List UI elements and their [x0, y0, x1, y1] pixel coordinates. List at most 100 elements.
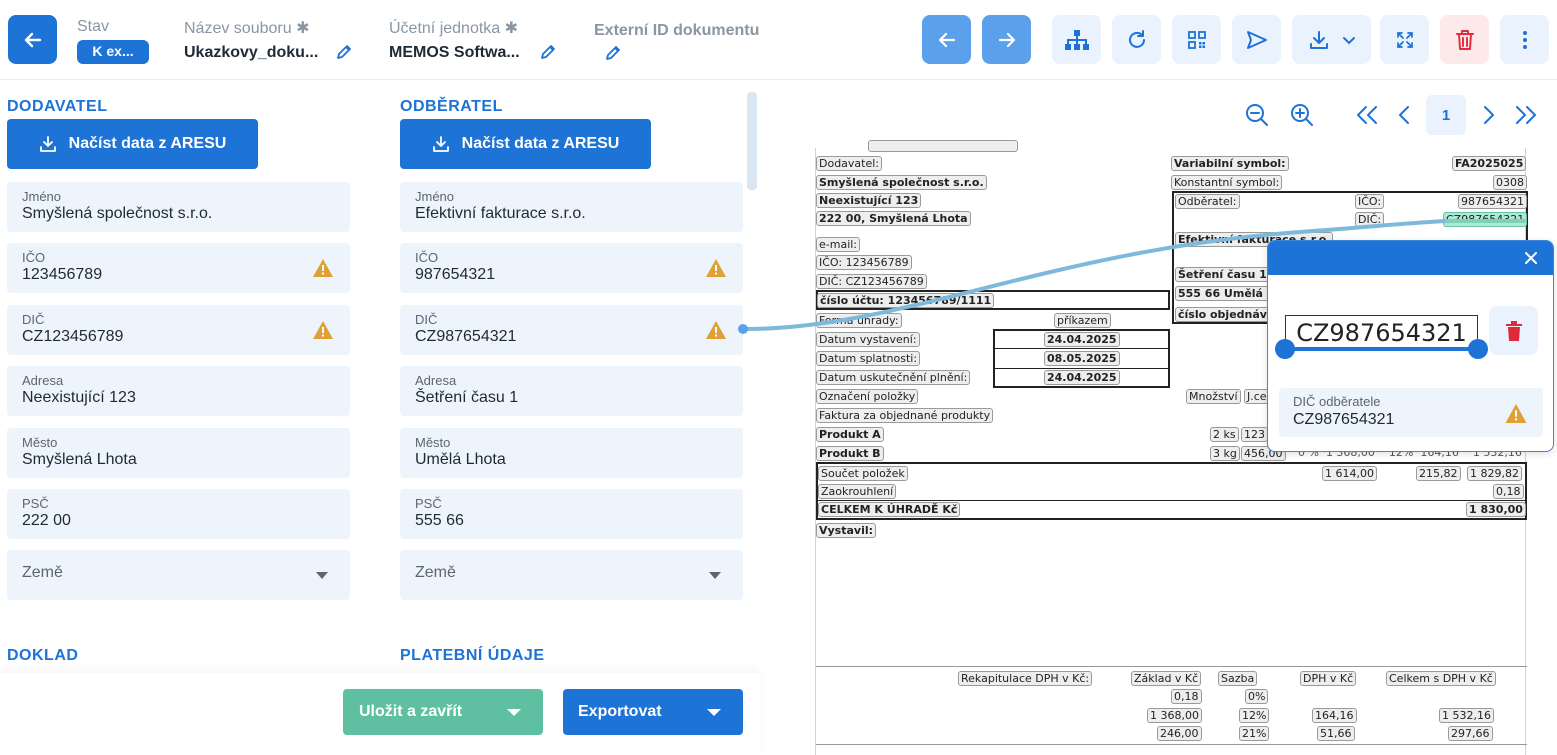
doc-text[interactable]: 1 830,00: [1466, 502, 1526, 517]
warning-icon[interactable]: [705, 258, 727, 278]
remove-selection-button[interactable]: [1489, 306, 1538, 355]
supplier-dic-field[interactable]: DIČ CZ123456789: [7, 305, 350, 355]
doc-text[interactable]: 2 ks: [1210, 427, 1239, 442]
supplier-country-select[interactable]: Země: [7, 550, 350, 600]
doc-text[interactable]: 987654321: [1458, 194, 1527, 209]
doc-text[interactable]: 1 532,16: [1439, 708, 1494, 723]
doc-text[interactable]: 1 368,00: [1147, 708, 1202, 723]
customer-address-field[interactable]: Adresa Šetření času 1: [400, 366, 743, 416]
refresh-button[interactable]: [1112, 15, 1161, 64]
customer-name-field[interactable]: Jméno Efektivní fakturace s.r.o.: [400, 182, 743, 232]
back-button[interactable]: [8, 15, 57, 64]
doc-text[interactable]: 24.04.2025: [1044, 370, 1120, 385]
caret-down-icon[interactable]: [507, 709, 521, 716]
qr-code-button[interactable]: [1172, 15, 1221, 64]
status-badge[interactable]: K ex...: [77, 40, 149, 64]
warning-icon[interactable]: [705, 320, 727, 340]
doc-text[interactable]: Smyšlená společnost s.r.o.: [816, 175, 987, 190]
doc-text[interactable]: Rekapitulace DPH v Kč:: [958, 671, 1093, 686]
next-document-button[interactable]: [982, 15, 1031, 64]
doc-text[interactable]: DIČ: CZ123456789: [816, 274, 927, 289]
doc-text[interactable]: Odběratel:: [1175, 194, 1240, 209]
popover-customer-dic-field[interactable]: DIČ odběratele CZ987654321: [1279, 388, 1543, 437]
doc-text[interactable]: 21%: [1239, 726, 1270, 741]
edit-filename-icon[interactable]: [335, 43, 353, 61]
customer-ares-button[interactable]: Načíst data z ARESU: [400, 119, 651, 169]
doc-text[interactable]: 0,18: [1493, 484, 1524, 499]
doc-text[interactable]: 3 kg: [1210, 446, 1240, 461]
supplier-zip-field[interactable]: PSČ 222 00: [7, 489, 350, 539]
supplier-city-field[interactable]: Město Smyšlená Lhota: [7, 428, 350, 478]
delete-document-button[interactable]: [1440, 15, 1489, 64]
customer-country-select[interactable]: Země: [400, 550, 743, 600]
doc-text[interactable]: 12%: [1239, 708, 1270, 723]
download-button[interactable]: [1292, 15, 1371, 64]
doc-text[interactable]: Zaokrouhlení: [818, 484, 897, 499]
doc-text[interactable]: Variabilní symbol:: [1171, 156, 1289, 171]
doc-text[interactable]: 1 829,82: [1467, 466, 1522, 481]
doc-text[interactable]: 51,66: [1317, 726, 1355, 741]
hierarchy-button[interactable]: [1052, 15, 1101, 64]
doc-text[interactable]: 246,00: [1157, 726, 1202, 741]
doc-text[interactable]: Datum splatnosti:: [816, 351, 921, 366]
next-page-icon[interactable]: [1481, 104, 1497, 126]
doc-text[interactable]: J.ce: [1244, 389, 1270, 404]
doc-text[interactable]: příkazem: [1054, 313, 1111, 328]
doc-text[interactable]: Produkt A: [816, 427, 884, 442]
doc-highlighted-dic[interactable]: CZ987654321: [1443, 212, 1528, 227]
selection-end-handle[interactable]: [1468, 339, 1488, 359]
doc-text[interactable]: číslo objednávk: [1175, 307, 1278, 322]
doc-text[interactable]: 222 00, Smyšlená Lhota: [816, 211, 971, 226]
doc-text[interactable]: 0%: [1245, 689, 1269, 704]
doc-text[interactable]: Celkem s DPH v Kč: [1386, 671, 1496, 686]
supplier-address-field[interactable]: Adresa Neexistující 123: [7, 366, 350, 416]
doc-text[interactable]: 08.05.2025: [1044, 351, 1120, 366]
supplier-name-field[interactable]: Jméno Smyšlená společnost s.r.o.: [7, 182, 350, 232]
doc-text[interactable]: DIČ:: [1355, 212, 1385, 227]
customer-zip-field[interactable]: PSČ 555 66: [400, 489, 743, 539]
doc-text[interactable]: Označení položky: [816, 389, 919, 404]
first-page-icon[interactable]: [1355, 104, 1379, 126]
doc-text[interactable]: 164,16: [1312, 708, 1357, 723]
edit-external-id-icon[interactable]: [604, 44, 622, 62]
edit-unit-icon[interactable]: [539, 43, 557, 61]
doc-text[interactable]: číslo účtu: 123456789/1111: [817, 293, 995, 308]
previous-page-icon[interactable]: [1396, 104, 1412, 126]
selection-start-handle[interactable]: [1275, 339, 1295, 359]
close-icon[interactable]: [1524, 251, 1538, 265]
supplier-ares-button[interactable]: Načíst data z ARESU: [7, 119, 258, 169]
customer-dic-field[interactable]: DIČ CZ987654321: [400, 305, 743, 355]
doc-text[interactable]: Základ v Kč: [1131, 671, 1202, 686]
doc-text[interactable]: e-mail:: [816, 237, 861, 252]
doc-text[interactable]: FA2025025: [1452, 156, 1527, 171]
doc-text[interactable]: Faktura za objednané produkty: [816, 408, 994, 423]
expand-button[interactable]: [1380, 15, 1429, 64]
save-close-button[interactable]: Uložit a zavřít: [343, 689, 543, 735]
last-page-icon[interactable]: [1514, 104, 1538, 126]
zoom-in-icon[interactable]: [1290, 103, 1315, 128]
doc-text[interactable]: CELKEM K ÚHRADĚ Kč: [818, 502, 961, 517]
warning-icon[interactable]: [1504, 403, 1528, 424]
caret-down-icon[interactable]: [707, 709, 721, 716]
more-button[interactable]: [1500, 15, 1549, 64]
doc-text[interactable]: Součet položek: [818, 466, 908, 481]
doc-text[interactable]: Šetření času 1: [1175, 267, 1270, 282]
doc-text[interactable]: Forma úhrady:: [816, 313, 902, 328]
current-page-indicator[interactable]: 1: [1426, 95, 1466, 135]
zoom-out-icon[interactable]: [1245, 103, 1270, 128]
doc-text[interactable]: 0,18: [1171, 689, 1202, 704]
export-button[interactable]: Exportovat: [563, 689, 743, 735]
chevron-down-icon[interactable]: [1342, 33, 1356, 47]
doc-text[interactable]: 0308: [1493, 175, 1527, 190]
doc-text[interactable]: IČO:: [1355, 194, 1385, 209]
doc-text[interactable]: 123: [1241, 427, 1268, 442]
warning-icon[interactable]: [312, 258, 334, 278]
previous-document-button[interactable]: [922, 15, 971, 64]
doc-text[interactable]: DPH v Kč: [1300, 671, 1357, 686]
selection-value-input[interactable]: CZ987654321: [1285, 315, 1478, 351]
doc-text[interactable]: Dodavatel:: [816, 156, 883, 171]
supplier-ico-field[interactable]: IČO 123456789: [7, 243, 350, 293]
customer-ico-field[interactable]: IČO 987654321: [400, 243, 743, 293]
doc-text[interactable]: IČO: 123456789: [816, 255, 912, 270]
doc-text[interactable]: Datum vystavení:: [816, 332, 920, 347]
